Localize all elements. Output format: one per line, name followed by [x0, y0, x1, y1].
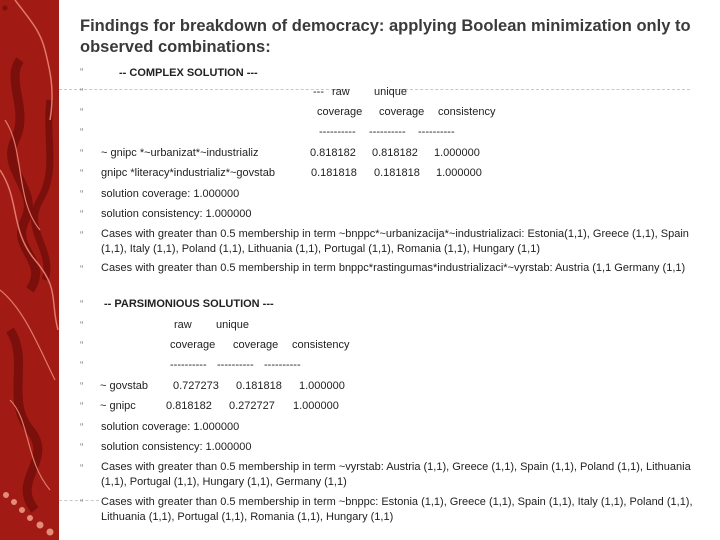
parsimonious-header-consistency: consistency [292, 339, 350, 351]
parsimonious-solution-coverage: solution coverage: 1.000000 [101, 421, 240, 433]
decorative-side-band [0, 0, 59, 540]
complex-separator-raw: ---------- [319, 126, 356, 138]
bullet-icon: “ [80, 209, 84, 220]
parsimonious-header-unique: unique [216, 319, 250, 331]
bullet-icon: “ [80, 442, 84, 453]
parsimonious-header-unique-coverage: coverage [233, 339, 279, 351]
complex-separator-unique: ---------- [369, 126, 406, 138]
parsimonious-cases-1: Cases with greater than 0.5 membership i… [101, 461, 691, 488]
complex-header-unique: unique [374, 86, 408, 98]
parsimonious-cases-2: Cases with greater than 0.5 membership i… [101, 496, 693, 523]
slide-title: Findings for breakdown of democracy: app… [80, 17, 691, 56]
bullet-icon: “ [80, 107, 84, 118]
complex-header-raw-coverage: coverage [317, 106, 363, 118]
complex-term-1: ~ gnipc *~urbanizat*~industrializ [101, 147, 259, 159]
parsimonious-term-2-raw: 0.818182 [166, 400, 212, 412]
bullet-icon: “ [80, 360, 84, 371]
guide-line [390, 89, 690, 90]
bullet-icon: “ [80, 463, 84, 474]
complex-cases-1: Cases with greater than 0.5 membership i… [101, 228, 689, 255]
complex-term-1-unique: 0.818182 [372, 147, 418, 159]
bullet-icon: “ [80, 498, 84, 509]
bullet-icon: “ [80, 401, 84, 412]
complex-header-raw: raw [332, 86, 350, 98]
complex-solution-consistency: solution consistency: 1.000000 [101, 208, 252, 220]
bullet-icon: “ [80, 148, 84, 159]
parsimonious-term-2: ~ gnipc [100, 400, 136, 412]
parsimonious-solution-consistency: solution consistency: 1.000000 [101, 441, 252, 453]
complex-term-2: gnipc *literacy*industrializ*~govstab [101, 167, 275, 179]
bullet-icon: “ [80, 264, 84, 275]
bullet-icon: “ [80, 127, 84, 138]
bullet-icon: “ [80, 168, 84, 179]
parsimonious-term-1-consistency: 1.000000 [299, 380, 345, 392]
parsimonious-separator-consistency: ---------- [264, 359, 301, 371]
complex-header-prefix: --- [313, 86, 324, 98]
complex-term-2-unique: 0.181818 [374, 167, 420, 179]
complex-term-1-consistency: 1.000000 [434, 147, 480, 159]
bullet-icon: “ [80, 422, 84, 433]
bullet-icon: “ [80, 189, 84, 200]
ornament-pattern-icon [0, 0, 59, 536]
bullet-icon: “ [80, 340, 84, 351]
parsimonious-term-1-raw: 0.727273 [173, 380, 219, 392]
parsimonious-term-1: ~ govstab [100, 380, 149, 392]
parsimonious-separator-raw: ---------- [170, 359, 207, 371]
bullet-icon: “ [80, 320, 84, 331]
bullet-icon: “ [80, 299, 84, 310]
bullet-icon: “ [80, 87, 84, 98]
parsimonious-header-raw: raw [174, 319, 192, 331]
complex-solution-coverage: solution coverage: 1.000000 [101, 188, 240, 200]
parsimonious-term-2-unique: 0.272727 [229, 400, 275, 412]
bullet-icon: “ [80, 230, 84, 241]
complex-header-unique-coverage: coverage [379, 106, 425, 118]
complex-header-consistency: consistency [438, 106, 496, 118]
complex-separator-consistency: ---------- [418, 126, 455, 138]
complex-term-2-raw: 0.181818 [311, 167, 357, 179]
guide-line [59, 500, 99, 501]
bullet-icon: “ [80, 67, 84, 78]
parsimonious-separator-unique: ---------- [217, 359, 254, 371]
complex-solution-heading: -- COMPLEX SOLUTION --- [119, 67, 258, 79]
parsimonious-header-raw-coverage: coverage [170, 339, 216, 351]
complex-term-2-consistency: 1.000000 [436, 167, 482, 179]
complex-cases-2: Cases with greater than 0.5 membership i… [101, 262, 686, 274]
guide-line [59, 89, 349, 90]
complex-term-1-raw: 0.818182 [310, 147, 356, 159]
parsimonious-term-1-unique: 0.181818 [236, 380, 282, 392]
parsimonious-solution-heading: -- PARSIMONIOUS SOLUTION --- [104, 298, 274, 310]
parsimonious-term-2-consistency: 1.000000 [293, 400, 339, 412]
bullet-icon: “ [80, 381, 84, 392]
